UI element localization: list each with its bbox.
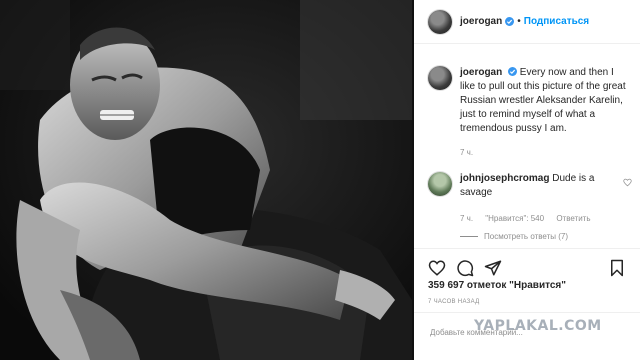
dot-separator: • — [517, 16, 521, 27]
caption-block: joerogan Every now and then I like to pu… — [428, 66, 628, 160]
comment-time: 7 ч. — [460, 214, 474, 223]
post-header: joerogan • Подписаться — [414, 0, 640, 44]
post-photo[interactable] — [0, 0, 412, 360]
author-username[interactable]: joerogan — [460, 16, 502, 27]
likes-count[interactable]: 359 697 отметок "Нравится" — [428, 280, 566, 291]
bookmark-icon[interactable] — [608, 259, 626, 277]
caption-time: 7 ч. — [460, 148, 474, 157]
caption-username[interactable]: joerogan — [460, 67, 502, 78]
comment-like-heart-icon[interactable] — [623, 178, 632, 187]
view-replies-link[interactable]: Посмотреть ответы (7) — [460, 232, 568, 241]
site-watermark: YAPLAKAL.COM — [474, 318, 602, 334]
follow-button[interactable]: Подписаться — [524, 16, 589, 27]
verified-badge-icon — [508, 67, 518, 76]
post-side-panel: joerogan • Подписаться joerogan Every no… — [414, 0, 640, 360]
comment-likes[interactable]: "Нравится": 540 — [485, 214, 544, 223]
heart-icon[interactable] — [428, 259, 446, 277]
view-replies-label: Посмотреть ответы (7) — [484, 232, 569, 241]
comment-username[interactable]: johnjosephcromag — [460, 173, 549, 184]
paper-plane-icon[interactable] — [484, 259, 502, 277]
author-avatar[interactable] — [428, 9, 452, 34]
comment-item: johnjosephcromag Dude is a savage 7 ч. "… — [428, 172, 632, 226]
wrestler-photo-image — [0, 0, 412, 360]
comment-bubble-icon[interactable] — [456, 259, 474, 277]
commenter-avatar[interactable] — [428, 172, 452, 196]
caption-avatar[interactable] — [428, 66, 452, 90]
verified-badge-icon — [505, 17, 515, 26]
reply-button[interactable]: Ответить — [556, 214, 590, 223]
replies-line — [460, 236, 478, 237]
post-timestamp: 7 часов назад — [428, 299, 480, 305]
